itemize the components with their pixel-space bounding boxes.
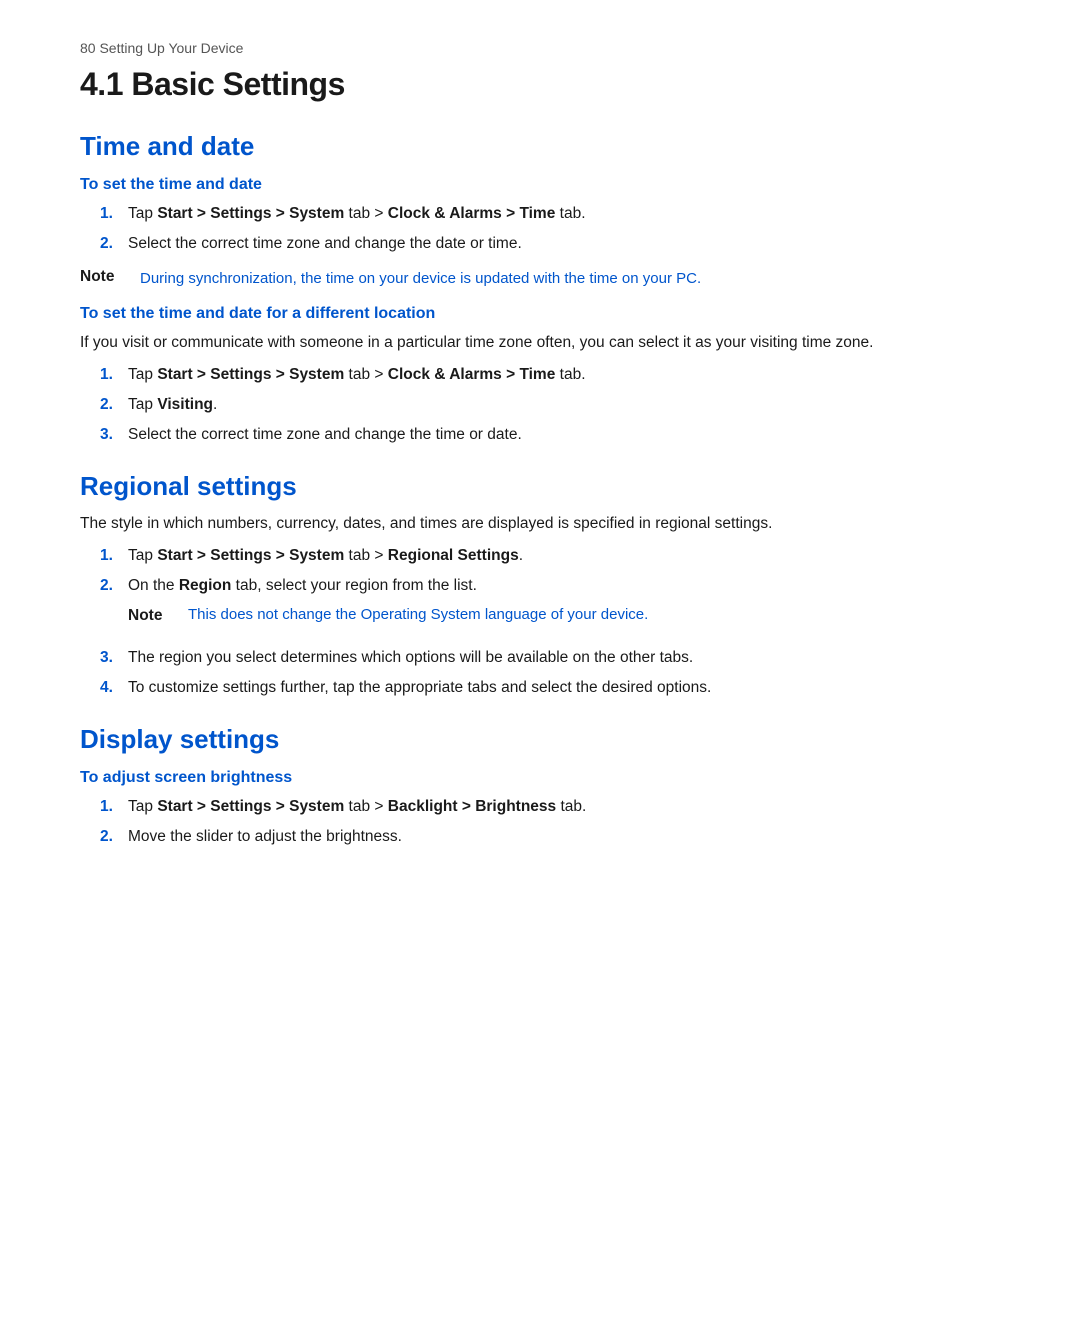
note-block-region: Note This does not change the Operating …	[128, 604, 1000, 628]
step-content: Tap Start > Settings > System tab > Regi…	[128, 544, 1000, 568]
chapter-title: 4.1 Basic Settings	[80, 66, 1000, 103]
step-number: 2.	[100, 232, 128, 256]
step-number: 1.	[100, 544, 128, 568]
list-item: 2. Select the correct time zone and chan…	[100, 232, 1000, 256]
list-item: 2. On the Region tab, select your region…	[100, 574, 1000, 640]
section-title-regional: Regional settings	[80, 471, 1000, 502]
section-time-and-date: Time and date To set the time and date 1…	[80, 131, 1000, 447]
step-number: 4.	[100, 676, 128, 700]
note-block-sync: Note During synchronization, the time on…	[80, 268, 1000, 291]
step-content: Tap Start > Settings > System tab > Cloc…	[128, 202, 1000, 226]
steps-list-set-time-date: 1. Tap Start > Settings > System tab > C…	[80, 202, 1000, 256]
step-content: Tap Visiting.	[128, 393, 1000, 417]
page-number: 80 Setting Up Your Device	[80, 40, 1000, 56]
list-item: 1. Tap Start > Settings > System tab > R…	[100, 544, 1000, 568]
subsection-brightness: To adjust screen brightness 1. Tap Start…	[80, 769, 1000, 849]
note-text: This does not change the Operating Syste…	[188, 604, 1000, 627]
step-number: 3.	[100, 423, 128, 447]
step-number: 2.	[100, 574, 128, 598]
body-text-different-location: If you visit or communicate with someone…	[80, 331, 1000, 355]
note-label: Note	[80, 268, 140, 286]
subsection-different-location: To set the time and date for a different…	[80, 305, 1000, 447]
note-label: Note	[128, 604, 188, 628]
section-display-settings: Display settings To adjust screen bright…	[80, 724, 1000, 849]
step-number: 1.	[100, 202, 128, 226]
note-text: During synchronization, the time on your…	[140, 268, 1000, 291]
step-content: Select the correct time zone and change …	[128, 423, 1000, 447]
list-item: 1. Tap Start > Settings > System tab > C…	[100, 363, 1000, 387]
subsection-title-brightness: To adjust screen brightness	[80, 769, 1000, 787]
step-number: 1.	[100, 795, 128, 819]
subsection-title-set-time-date: To set the time and date	[80, 176, 1000, 194]
steps-list-brightness: 1. Tap Start > Settings > System tab > B…	[80, 795, 1000, 849]
list-item: 1. Tap Start > Settings > System tab > B…	[100, 795, 1000, 819]
step-number: 1.	[100, 363, 128, 387]
step-content: Select the correct time zone and change …	[128, 232, 1000, 256]
steps-list-regional: 1. Tap Start > Settings > System tab > R…	[80, 544, 1000, 700]
section-title-time-date: Time and date	[80, 131, 1000, 162]
section-regional-settings: Regional settings The style in which num…	[80, 471, 1000, 700]
step-number: 2.	[100, 825, 128, 849]
list-item: 4. To customize settings further, tap th…	[100, 676, 1000, 700]
list-item: 1. Tap Start > Settings > System tab > C…	[100, 202, 1000, 226]
section-title-display: Display settings	[80, 724, 1000, 755]
step-content: The region you select determines which o…	[128, 646, 1000, 670]
step-content: To customize settings further, tap the a…	[128, 676, 1000, 700]
step-number: 2.	[100, 393, 128, 417]
subsection-title-different-location: To set the time and date for a different…	[80, 305, 1000, 323]
list-item: 2. Tap Visiting.	[100, 393, 1000, 417]
step-number: 3.	[100, 646, 128, 670]
step-content: Move the slider to adjust the brightness…	[128, 825, 1000, 849]
list-item: 2. Move the slider to adjust the brightn…	[100, 825, 1000, 849]
step-content: Tap Start > Settings > System tab > Back…	[128, 795, 1000, 819]
body-text-regional: The style in which numbers, currency, da…	[80, 512, 1000, 536]
list-item: 3. The region you select determines whic…	[100, 646, 1000, 670]
step-content: On the Region tab, select your region fr…	[128, 574, 1000, 640]
list-item: 3. Select the correct time zone and chan…	[100, 423, 1000, 447]
subsection-set-time-date: To set the time and date 1. Tap Start > …	[80, 176, 1000, 291]
steps-list-different-location: 1. Tap Start > Settings > System tab > C…	[80, 363, 1000, 447]
step-content: Tap Start > Settings > System tab > Cloc…	[128, 363, 1000, 387]
